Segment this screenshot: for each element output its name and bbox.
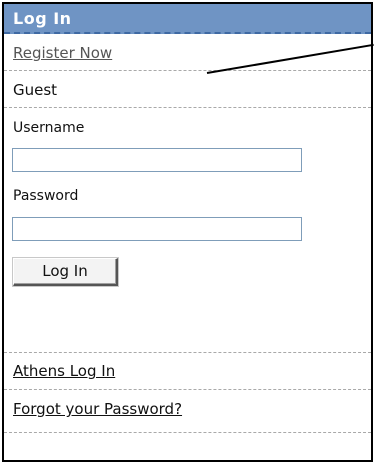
panel-title: Log In bbox=[13, 9, 72, 28]
panel-header: Log In bbox=[4, 4, 371, 34]
athens-row: Athens Log In bbox=[4, 353, 371, 390]
panel-body: Register Now Guest Username Password Log… bbox=[4, 34, 371, 460]
login-form: Username Password Log In bbox=[4, 108, 371, 353]
login-panel: Log In Register Now Guest Username Passw… bbox=[2, 2, 373, 462]
register-now-link[interactable]: Register Now bbox=[13, 44, 112, 62]
forgot-row: Forgot your Password? bbox=[4, 390, 371, 433]
athens-login-link[interactable]: Athens Log In bbox=[13, 362, 115, 380]
username-label: Username bbox=[13, 120, 85, 136]
guest-row: Guest bbox=[4, 71, 371, 108]
forgot-password-link[interactable]: Forgot your Password? bbox=[13, 400, 182, 418]
username-input[interactable] bbox=[12, 148, 302, 172]
password-input[interactable] bbox=[12, 217, 302, 241]
user-status: Guest bbox=[13, 81, 58, 99]
login-button[interactable]: Log In bbox=[13, 258, 118, 286]
password-label: Password bbox=[13, 188, 79, 204]
